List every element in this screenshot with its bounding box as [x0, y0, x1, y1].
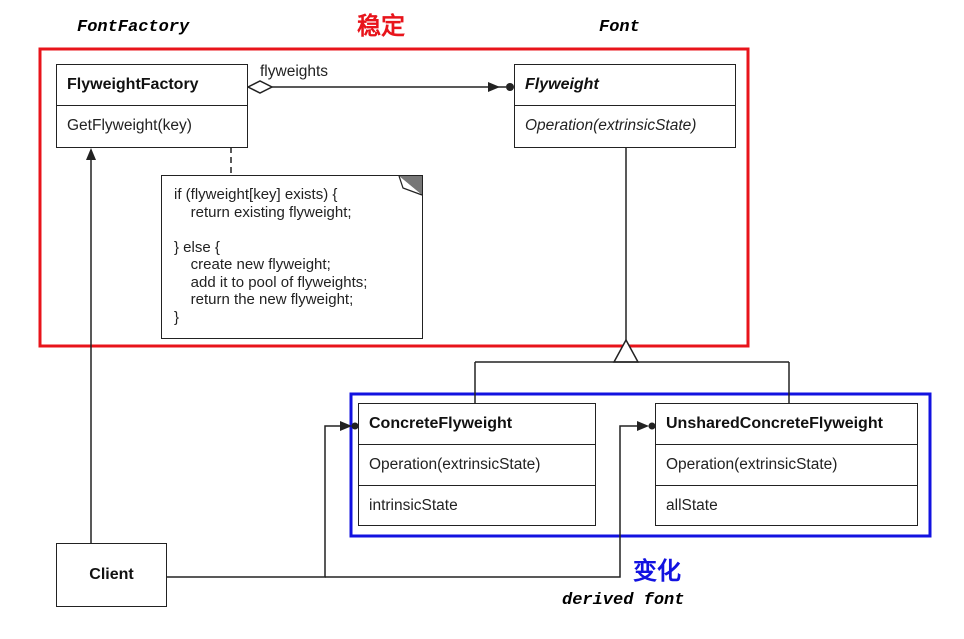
note-line: } else { [174, 238, 220, 256]
stable-label: 稳定 [357, 12, 405, 40]
class-name: FlyweightFactory [67, 76, 199, 93]
class-attribute: intrinsicState [359, 485, 595, 525]
note-line: if (flyweight[key] exists) { [174, 186, 338, 203]
class-operation: Operation(extrinsicState) [656, 444, 917, 485]
aggregation-arrowhead [488, 82, 500, 92]
note-fold-icon [398, 175, 423, 196]
flyweight-class: Flyweight Operation(extrinsicState) [514, 64, 736, 148]
note-line: add it to pool of flyweights; [174, 273, 368, 291]
font-role-label: Font [599, 18, 640, 37]
note-line: return the new flyweight; [174, 291, 354, 308]
class-name: ConcreteFlyweight [369, 415, 513, 432]
class-name: Client [89, 565, 134, 583]
class-operation: Operation(extrinsicState) [515, 105, 735, 146]
aggregation-diamond [246, 80, 274, 94]
client-factory-arrowhead [86, 148, 96, 160]
factory-note: if (flyweight[key] exists) { return exis… [161, 175, 423, 339]
client-unshared-arrowhead [637, 421, 649, 431]
variable-label: 变化 [633, 557, 681, 585]
concrete-flyweight-class: ConcreteFlyweight Operation(extrinsicSta… [358, 403, 596, 526]
client-class: Client [56, 543, 167, 607]
class-operation: GetFlyweight(key) [57, 105, 247, 146]
note-line [174, 221, 422, 239]
class-operation: Operation(extrinsicState) [359, 444, 595, 485]
note-line: } [174, 308, 180, 326]
association-label: flyweights [260, 63, 329, 80]
class-name: Flyweight [525, 76, 599, 93]
note-line: create new flyweight; [174, 256, 331, 273]
unshared-concrete-flyweight-class: UnsharedConcreteFlyweight Operation(extr… [655, 403, 918, 526]
flyweight-factory-class: FlyweightFactory GetFlyweight(key) [56, 64, 248, 148]
aggregation-dot [506, 83, 514, 91]
class-name: UnsharedConcreteFlyweight [666, 415, 883, 432]
inheritance-triangle [612, 338, 640, 363]
client-concrete-line [167, 425, 350, 578]
derived-font-label: derived font [562, 591, 685, 610]
class-attribute: allState [656, 485, 917, 525]
factory-role-label: FontFactory [77, 18, 190, 37]
note-line: return existing flyweight; [174, 203, 352, 221]
